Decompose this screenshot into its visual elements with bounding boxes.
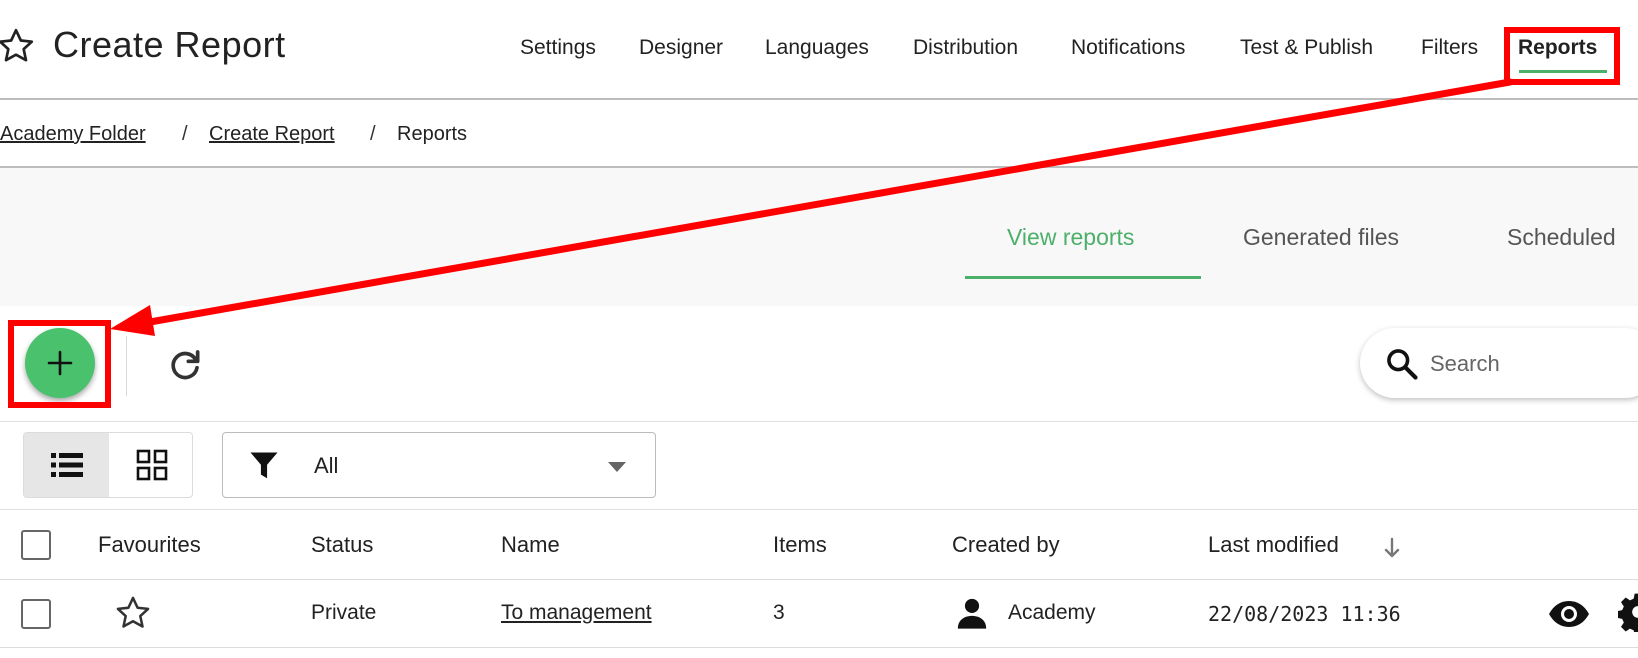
column-favourites[interactable]: Favourites [98,532,201,558]
nav-designer[interactable]: Designer [639,36,723,60]
breadcrumb-academy-folder[interactable]: Academy Folder [0,123,146,146]
person-icon [957,598,987,629]
search-icon [1387,349,1418,380]
favourite-star-icon[interactable] [114,594,152,632]
nav-reports[interactable]: Reports [1518,36,1597,60]
grid-view-icon [136,449,167,481]
gear-icon[interactable] [1618,592,1638,632]
star-icon[interactable] [0,26,36,66]
row-checkbox[interactable] [21,599,51,629]
filter-icon [250,452,278,479]
column-created-by[interactable]: Created by [952,532,1060,558]
nav-languages[interactable]: Languages [765,36,869,60]
row-created-by: Academy [1008,601,1096,624]
search-input[interactable] [1430,346,1630,382]
add-report-button[interactable] [25,328,95,398]
breadcrumb-create-report[interactable]: Create Report [209,123,335,146]
toolbar-divider [126,336,127,396]
nav-active-indicator [1519,70,1607,73]
nav-distribution[interactable]: Distribution [913,36,1018,60]
list-view-button[interactable] [24,433,109,497]
page-title: Create Report [53,24,286,65]
grid-view-button[interactable] [109,433,192,497]
search-box[interactable] [1360,328,1638,398]
column-name[interactable]: Name [501,532,560,558]
filter-selected-value: All [314,453,339,478]
eye-icon[interactable] [1548,598,1590,630]
row-items: 3 [773,601,785,624]
breadcrumb-current: Reports [397,123,468,145]
row-status: Private [311,601,377,624]
list-view-icon [50,453,83,477]
table-header: Favourites Status Name Items Created by … [0,510,1638,580]
toolbar [0,306,1638,422]
chevron-down-icon [608,462,626,472]
breadcrumb-separator: / [182,123,188,145]
filter-row: All [0,422,1638,510]
tab-generated-files[interactable]: Generated files [1243,224,1399,251]
column-last-modified[interactable]: Last modified [1208,532,1339,558]
row-last-modified: 22/08/2023 11:36 [1208,602,1401,626]
reports-tabs: View reports Generated files Scheduled [0,168,1638,306]
nav-notifications[interactable]: Notifications [1071,36,1185,60]
plus-icon [47,350,73,376]
tab-active-indicator [965,276,1201,279]
nav-test-publish[interactable]: Test & Publish [1240,36,1373,60]
app-header: Create Report Settings Designer Language… [0,0,1638,100]
tab-view-reports[interactable]: View reports [1007,224,1134,251]
row-name-link[interactable]: To management [501,601,652,625]
column-items[interactable]: Items [773,532,827,558]
breadcrumb: Academy Folder / Create Report / Reports [0,100,1638,168]
table-row[interactable]: Private To management 3 Academy 22/08/20… [0,580,1638,648]
breadcrumb-separator: / [370,123,376,145]
tab-scheduled[interactable]: Scheduled [1507,224,1616,251]
refresh-icon[interactable] [165,346,205,386]
status-filter-select[interactable]: All [222,432,656,498]
nav-settings[interactable]: Settings [520,36,596,60]
column-status[interactable]: Status [311,532,373,558]
nav-filters[interactable]: Filters [1421,36,1478,60]
select-all-checkbox[interactable] [21,530,51,560]
view-toggle [23,432,193,498]
sort-descending-icon[interactable] [1383,537,1401,559]
